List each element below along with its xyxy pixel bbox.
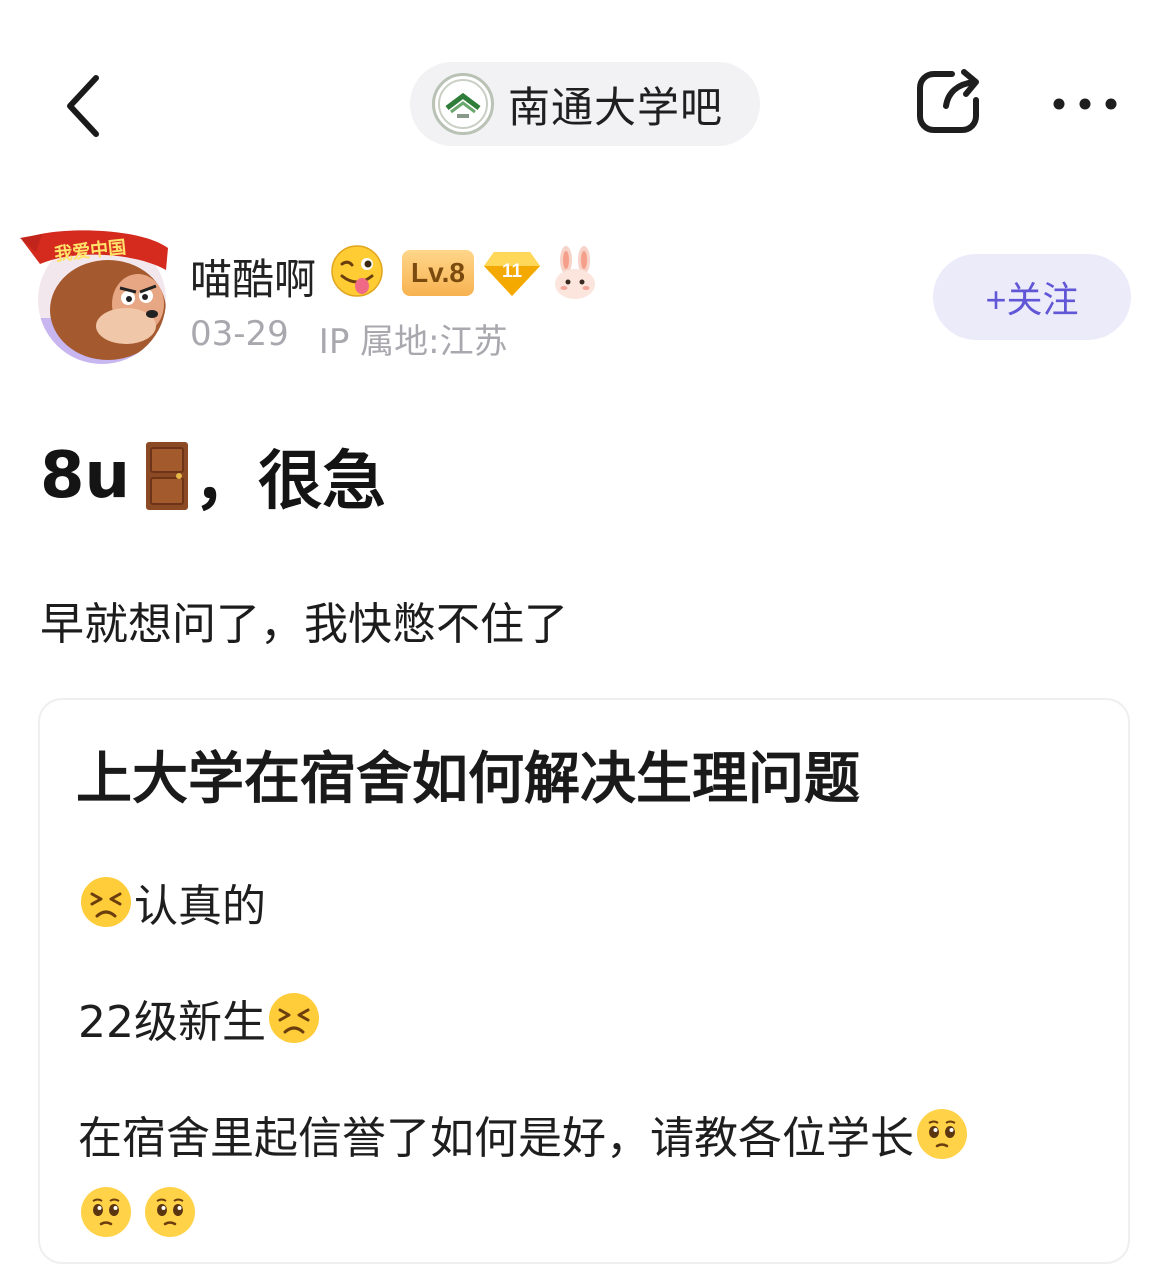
share-icon xyxy=(917,69,979,133)
post-title-prefix: 8u xyxy=(40,439,131,513)
post-body: 早就想问了，我快憋不住了 xyxy=(40,599,568,650)
author-name[interactable]: 喵酷啊 xyxy=(190,246,316,307)
post-title-suffix: ，很急 xyxy=(194,445,387,519)
post-meta: 03-29 IP 属地:江苏 xyxy=(190,314,508,363)
gem-level: 11 xyxy=(501,261,523,282)
card-line-2: 22级新生 xyxy=(78,986,322,1050)
follow-button[interactable]: +关注 xyxy=(933,254,1131,340)
post-image-card[interactable]: 上大学在宿舍如何解决生理问题 认真的 22级新生 在宿舍里起信誉了如何是好，请教… xyxy=(38,698,1130,1264)
share-button[interactable] xyxy=(908,62,988,142)
card-line-2-text: 22级新生 xyxy=(78,997,266,1048)
tired-face-emoji-icon xyxy=(269,993,319,1043)
more-button[interactable] xyxy=(1040,68,1130,140)
ip-location: IP 属地:江苏 xyxy=(318,322,508,362)
more-icon xyxy=(1053,98,1117,110)
back-icon xyxy=(67,75,99,137)
tired-face-emoji-icon xyxy=(81,877,131,927)
back-button[interactable] xyxy=(48,62,120,150)
post-date: 03-29 xyxy=(190,314,289,354)
pleading-face-emoji-icon xyxy=(145,1187,195,1237)
post-title: 8u ，很急 xyxy=(40,430,386,522)
card-line-3: 在宿舍里起信誉了如何是好，请教各位学长 xyxy=(78,1102,970,1166)
forum-pill[interactable]: 南通大学吧 xyxy=(410,62,760,146)
pleading-face-emoji-icon xyxy=(81,1187,131,1237)
avatar[interactable]: 我爱中国 xyxy=(18,218,168,368)
door-icon xyxy=(146,442,189,510)
forum-name: 南通大学吧 xyxy=(508,82,724,132)
forum-logo-icon xyxy=(432,73,494,135)
card-line-4 xyxy=(78,1184,198,1240)
winking-tongue-emoji-icon xyxy=(331,245,383,297)
card-heading: 上大学在宿舍如何解决生理问题 xyxy=(76,747,860,812)
level-badge: Lv.8 xyxy=(402,250,474,296)
card-line-1-text: 认真的 xyxy=(134,881,266,932)
rabbit-badge-icon xyxy=(555,246,595,299)
card-line-3-text: 在宿舍里起信誉了如何是好，请教各位学长 xyxy=(78,1113,914,1164)
pleading-face-emoji-icon xyxy=(917,1109,967,1159)
card-line-1: 认真的 xyxy=(78,870,266,934)
